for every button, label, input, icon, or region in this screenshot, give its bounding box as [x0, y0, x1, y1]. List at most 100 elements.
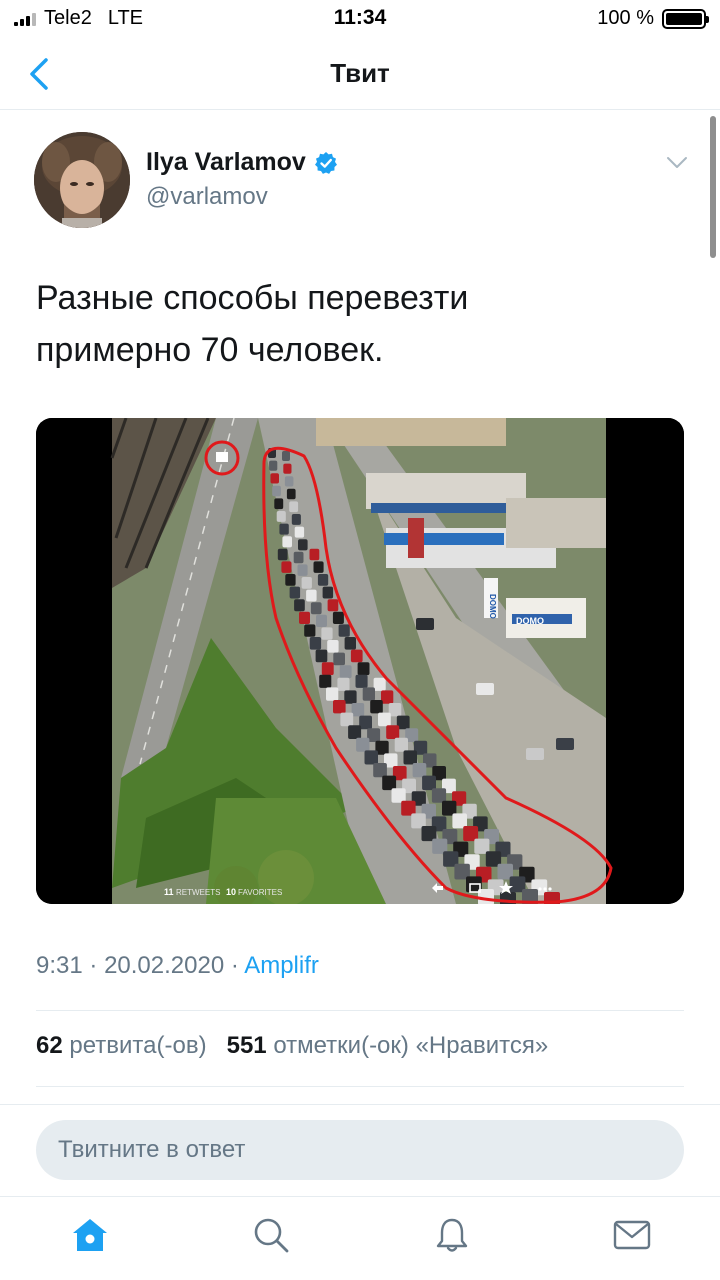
car: [333, 700, 346, 714]
divider: [36, 1010, 684, 1011]
car: [403, 750, 417, 765]
media-favorites-count: 10: [226, 887, 236, 897]
traffic-aerial-image: 11 RETWEETS 10 FAVORITES DOMO DOMO: [36, 418, 684, 904]
car: [317, 574, 329, 586]
media-retweets-label: RETWEETS: [176, 888, 220, 897]
tweet-date: 20.02.2020: [104, 952, 225, 979]
media-retweets-count: 11: [164, 887, 174, 897]
avatar-image: [34, 132, 130, 228]
car: [316, 614, 327, 627]
tweet-text: Разные способы перевезти примерно 70 чел…: [36, 272, 676, 376]
car: [391, 788, 406, 803]
author-block[interactable]: Ilya Varlamov @varlamov: [146, 148, 338, 211]
tweet-time: 9:31: [36, 952, 83, 979]
likes-stat[interactable]: 551 отметки(-ок) «Нравится»: [227, 1032, 549, 1059]
car: [309, 637, 322, 650]
meta-separator: ·: [230, 952, 239, 979]
car: [293, 551, 304, 564]
car: [282, 451, 290, 461]
car: [285, 574, 296, 586]
status-bar: Tele2 LTE 11:34 100 %: [0, 0, 720, 38]
media-sign-2: DOMO: [516, 616, 544, 626]
car: [362, 687, 375, 701]
car: [348, 725, 362, 739]
author-handle: @varlamov: [146, 183, 268, 210]
car: [476, 683, 494, 695]
car: [276, 511, 286, 522]
car: [289, 586, 301, 599]
tab-messages[interactable]: [612, 1215, 652, 1255]
nav-bar: Твит: [0, 38, 720, 110]
car: [378, 712, 391, 727]
car: [344, 637, 356, 650]
tab-notifications[interactable]: [432, 1215, 472, 1255]
car: [321, 662, 334, 676]
car: [319, 674, 332, 688]
chevron-down-icon: [667, 157, 687, 168]
battery-icon: [662, 8, 709, 29]
tweet-photo[interactable]: 11 RETWEETS 10 FAVORITES DOMO DOMO: [36, 418, 684, 904]
car: [277, 548, 288, 561]
car: [282, 536, 292, 548]
media-favorites-label: FAVORITES: [238, 888, 282, 897]
search-icon: [254, 1218, 289, 1253]
car: [373, 677, 386, 691]
car: [298, 539, 308, 551]
page-title: Твит: [330, 58, 390, 88]
car: [373, 763, 387, 778]
car: [294, 599, 305, 612]
car: [339, 665, 352, 679]
car: [310, 602, 322, 615]
author-name[interactable]: Ilya Varlamov: [146, 148, 306, 177]
car: [344, 690, 357, 704]
car: [351, 703, 365, 717]
car: [401, 800, 416, 816]
car: [350, 649, 363, 663]
car: [327, 640, 339, 653]
car: [327, 599, 339, 612]
car: [422, 775, 436, 791]
likes-count: 551: [226, 1032, 267, 1059]
car: [306, 589, 317, 602]
car: [274, 498, 284, 510]
car: [326, 687, 339, 701]
tweet-source-link[interactable]: Amplifr: [244, 952, 319, 979]
tab-home[interactable]: [70, 1215, 110, 1255]
car: [416, 618, 434, 630]
scroll-indicator[interactable]: [710, 116, 716, 258]
tab-search[interactable]: [251, 1215, 291, 1255]
car: [291, 514, 301, 525]
car: [359, 715, 372, 730]
car: [370, 700, 383, 714]
car: [270, 473, 279, 484]
retweets-stat[interactable]: 62 ретвита(-ов): [36, 1032, 207, 1059]
verified-badge-icon: [314, 151, 337, 174]
tweet-timestamp: 9:31 · 20.02.2020 · Amplifr: [36, 952, 319, 980]
car: [338, 624, 350, 637]
retweets-label: ретвита(-ов): [69, 1032, 207, 1059]
car: [412, 763, 427, 778]
reply-input[interactable]: Твитните в ответ: [36, 1120, 684, 1180]
meta-separator: ·: [89, 952, 98, 979]
car: [322, 586, 334, 599]
car: [340, 712, 354, 727]
tweet-menu-button[interactable]: [666, 156, 688, 170]
divider: [0, 1104, 720, 1105]
car: [332, 611, 344, 624]
media-sign-1: DOMO: [488, 594, 497, 619]
avatar[interactable]: [34, 132, 130, 228]
car: [386, 725, 400, 739]
car: [309, 548, 320, 561]
car: [284, 476, 294, 487]
tweet-text-line: примерно 70 человек.: [36, 331, 384, 369]
car: [431, 788, 447, 803]
car: [286, 488, 296, 500]
tweet-stats: 62 ретвита(-ов) 551 отметки(-ок) «Нравит…: [36, 1032, 548, 1060]
car: [381, 690, 394, 704]
car: [321, 627, 333, 640]
car: [294, 526, 305, 538]
car: [357, 662, 370, 676]
notifications-icon: [436, 1218, 468, 1252]
car: [301, 577, 312, 589]
car: [269, 460, 278, 471]
